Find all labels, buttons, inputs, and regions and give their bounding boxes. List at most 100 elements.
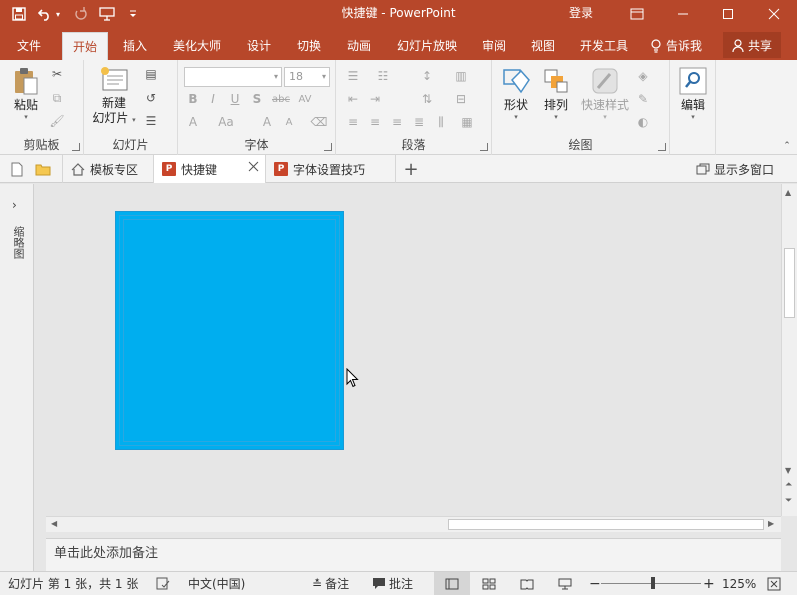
comments-toggle-button[interactable]: 批注 xyxy=(372,572,413,595)
quick-styles-button[interactable]: 快速样式 ▾ xyxy=(578,66,632,121)
vertical-scroll-thumb[interactable] xyxy=(784,248,795,318)
maximize-icon[interactable] xyxy=(705,0,751,28)
slide-shape[interactable] xyxy=(115,211,344,450)
fit-to-window-icon[interactable] xyxy=(767,572,781,595)
ribbon-display-options-icon[interactable] xyxy=(614,0,660,28)
scroll-left-icon[interactable]: ◀ xyxy=(51,519,57,528)
clear-format-icon[interactable]: ⌫ xyxy=(310,114,328,130)
tab-beautify-master[interactable]: 美化大师 xyxy=(165,32,229,60)
increase-indent-icon[interactable]: ⇥ xyxy=(366,91,384,107)
reset-icon[interactable]: ↺ xyxy=(142,90,160,106)
zoom-level[interactable]: 125% xyxy=(722,572,756,595)
undo-icon[interactable] xyxy=(34,3,56,25)
tab-developer[interactable]: 开发工具 xyxy=(572,32,636,60)
next-slide-icon[interactable]: ⏷ xyxy=(785,496,792,506)
shape-fill-icon[interactable]: ◈ xyxy=(634,68,652,84)
tell-me-box[interactable]: 告诉我 xyxy=(650,32,702,60)
language-indicator[interactable]: 中文(中国) xyxy=(188,572,245,595)
font-size-box[interactable]: 18 ▾ xyxy=(284,67,330,87)
paste-dropdown-icon[interactable]: ▾ xyxy=(24,113,28,121)
close-icon[interactable] xyxy=(751,0,797,28)
doctab-template-zone[interactable]: 模板专区 xyxy=(62,155,154,183)
columns-icon[interactable]: ▥ xyxy=(452,68,470,84)
underline-icon[interactable]: U xyxy=(226,91,244,107)
minimize-icon[interactable] xyxy=(660,0,706,28)
text-shadow-icon[interactable]: S xyxy=(248,91,266,107)
save-icon[interactable] xyxy=(8,3,30,25)
tab-home[interactable]: 开始 xyxy=(62,32,108,60)
shape-outline-icon[interactable]: ✎ xyxy=(634,91,652,107)
distributed-icon[interactable]: ⫼ xyxy=(432,114,450,130)
zoom-slider-thumb[interactable] xyxy=(651,577,655,589)
scroll-up-icon[interactable]: ▲ xyxy=(785,188,791,197)
align-right-icon[interactable]: ≡ xyxy=(388,114,406,130)
thumbnail-pane-label[interactable]: 缩略图 xyxy=(11,226,25,259)
font-launcher-icon[interactable] xyxy=(324,143,332,151)
font-color-icon[interactable]: A xyxy=(184,114,202,130)
slideshow-view-icon[interactable] xyxy=(558,572,572,595)
copy-icon[interactable]: ⧉ xyxy=(48,90,66,106)
tab-view[interactable]: 视图 xyxy=(521,32,565,60)
align-text-icon[interactable]: ⊟ xyxy=(452,91,470,107)
spellcheck-icon[interactable] xyxy=(156,572,170,595)
cut-icon[interactable]: ✂ xyxy=(48,66,66,82)
open-folder-icon[interactable] xyxy=(34,161,52,177)
horizontal-scrollbar[interactable]: ◀ ▶ xyxy=(46,516,781,532)
font-name-box[interactable]: ▾ xyxy=(184,67,282,87)
align-center-icon[interactable]: ≡ xyxy=(366,114,384,130)
strikethrough-icon[interactable]: abc xyxy=(270,91,292,107)
layout-icon[interactable]: ▤ xyxy=(142,66,160,82)
slide-counter[interactable]: 幻灯片 第 1 张，共 1 张 xyxy=(8,572,138,595)
bold-icon[interactable]: B xyxy=(184,91,202,107)
shapes-button[interactable]: 形状 ▾ xyxy=(498,66,534,121)
scroll-down-icon[interactable]: ▼ xyxy=(785,466,791,475)
notes-pane[interactable]: 单击此处添加备注 xyxy=(46,538,781,571)
arrange-button[interactable]: 排列 ▾ xyxy=(538,66,574,121)
char-spacing-icon[interactable]: AV xyxy=(294,91,316,107)
login-link[interactable]: 登录 xyxy=(569,0,593,28)
doctab-font-tips[interactable]: P 字体设置技巧 xyxy=(266,155,396,183)
tab-file[interactable]: 文件 xyxy=(6,32,52,60)
zoom-in-icon[interactable]: + xyxy=(703,572,715,595)
normal-view-icon[interactable] xyxy=(434,572,470,595)
text-direction-icon[interactable]: ⇅ xyxy=(418,91,436,107)
grow-font-icon[interactable]: A xyxy=(258,114,276,130)
presenter-icon[interactable] xyxy=(96,3,118,25)
reading-view-icon[interactable] xyxy=(520,572,534,595)
decrease-indent-icon[interactable]: ⇤ xyxy=(344,91,362,107)
horizontal-scroll-thumb[interactable] xyxy=(448,519,764,530)
collapse-ribbon-icon[interactable]: ⌃ xyxy=(778,138,796,154)
doctab-shortcuts[interactable]: P 快捷键 xyxy=(154,155,266,183)
zoom-out-icon[interactable]: − xyxy=(589,572,601,595)
justify-icon[interactable]: ≣ xyxy=(410,114,428,130)
paragraph-launcher-icon[interactable] xyxy=(480,143,488,151)
show-multi-window-button[interactable]: 显示多窗口 xyxy=(696,155,774,183)
notes-toggle-button[interactable]: ≛ 备注 xyxy=(312,572,349,595)
shape-effects-icon[interactable]: ◐ xyxy=(634,114,652,130)
tab-transitions[interactable]: 切换 xyxy=(287,32,331,60)
tab-slideshow[interactable]: 幻灯片放映 xyxy=(389,32,465,60)
drawing-launcher-icon[interactable] xyxy=(658,143,666,151)
shrink-font-icon[interactable]: A xyxy=(280,114,298,130)
format-painter-icon[interactable]: 🖌 xyxy=(48,113,66,129)
numbering-icon[interactable]: ☷ xyxy=(374,68,392,84)
change-case-icon[interactable]: Aa xyxy=(214,114,238,130)
expand-pane-icon[interactable]: › xyxy=(12,198,17,212)
align-left-icon[interactable]: ≡ xyxy=(344,114,362,130)
customize-qat-icon[interactable] xyxy=(122,3,144,25)
add-tab-icon[interactable]: + xyxy=(402,159,420,180)
previous-slide-icon[interactable]: ⏶ xyxy=(785,480,792,490)
share-button[interactable]: 共享 xyxy=(723,32,781,58)
tab-review[interactable]: 审阅 xyxy=(472,32,516,60)
smartart-icon[interactable]: ▦ xyxy=(458,114,476,130)
tab-design[interactable]: 设计 xyxy=(237,32,281,60)
line-spacing-icon[interactable]: ↕ xyxy=(418,68,436,84)
tab-insert[interactable]: 插入 xyxy=(113,32,157,60)
clipboard-launcher-icon[interactable] xyxy=(72,143,80,151)
editing-button[interactable]: 编辑 ▾ xyxy=(676,66,710,121)
bullets-icon[interactable]: ☰ xyxy=(344,68,362,84)
section-icon[interactable]: ☰ xyxy=(142,113,160,129)
close-tab-icon[interactable] xyxy=(248,161,259,175)
slide-sorter-view-icon[interactable] xyxy=(482,572,496,595)
new-document-icon[interactable] xyxy=(8,161,26,177)
